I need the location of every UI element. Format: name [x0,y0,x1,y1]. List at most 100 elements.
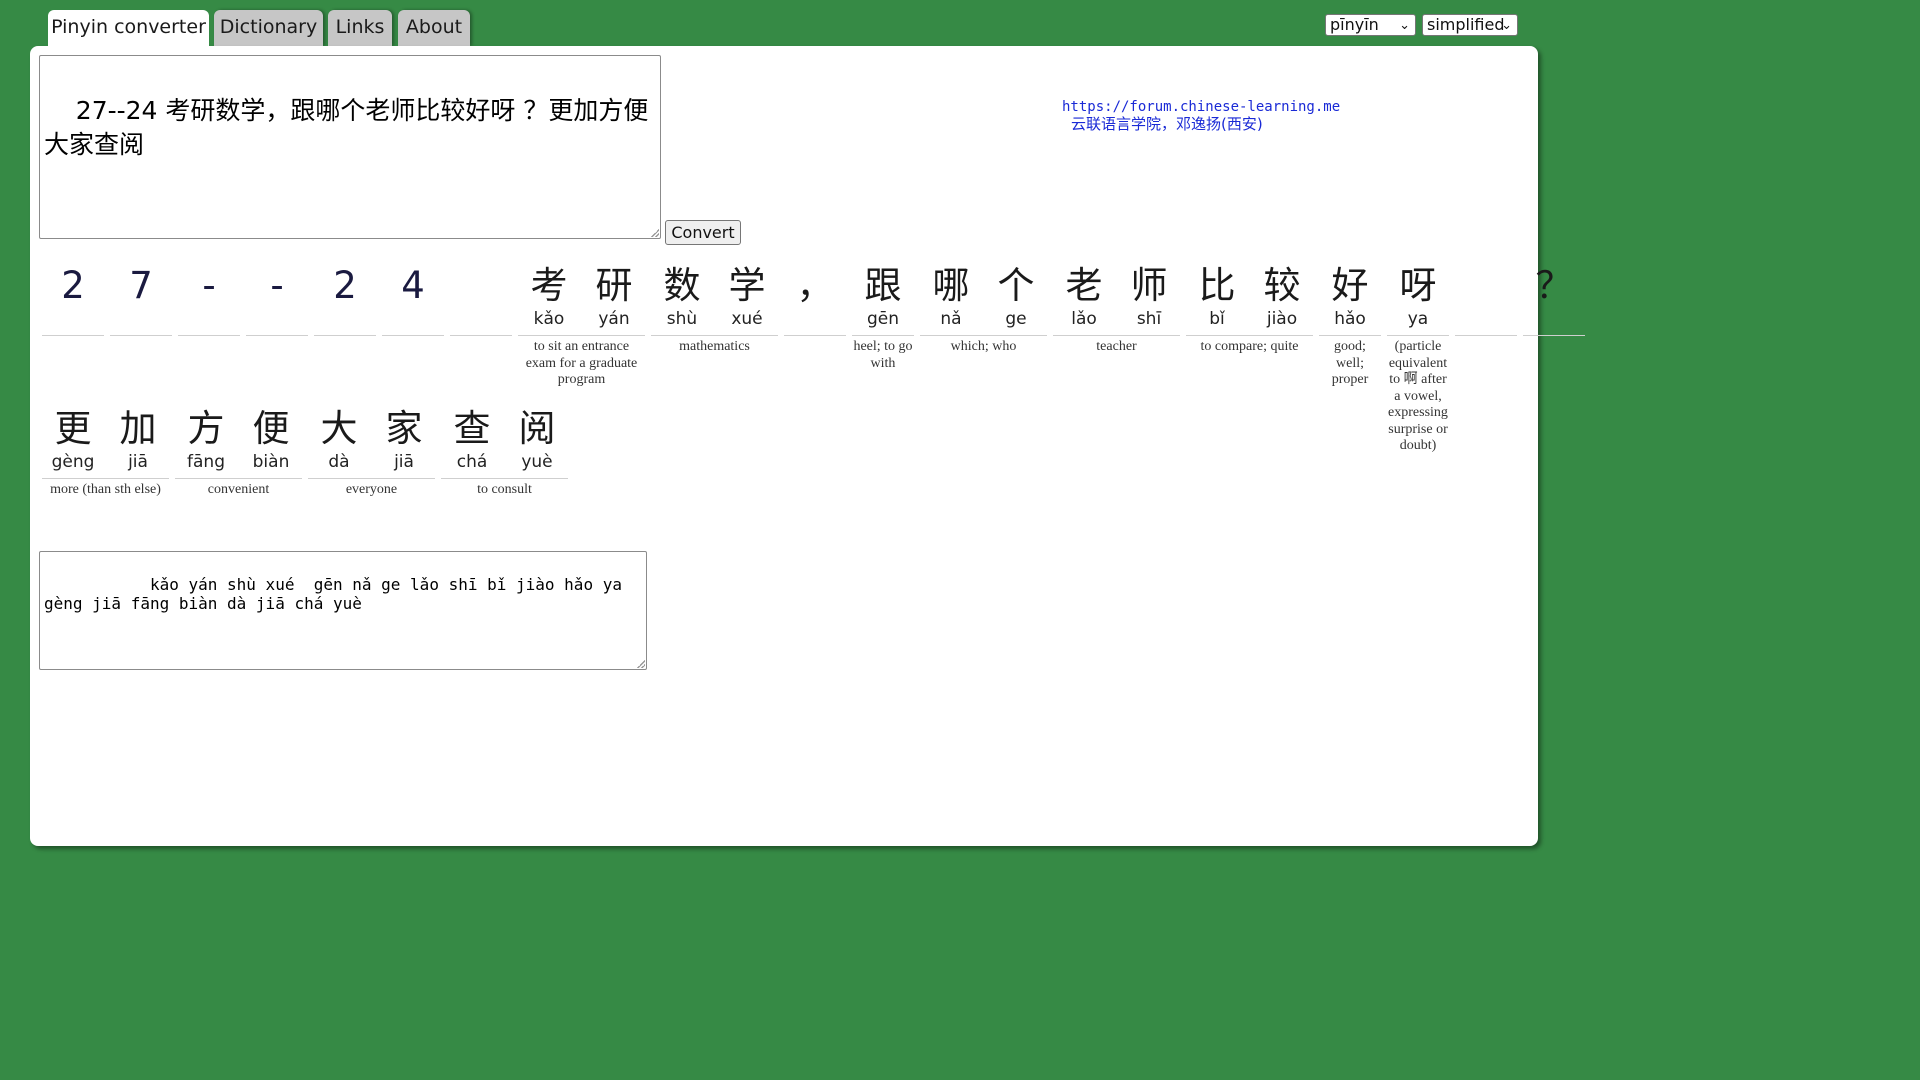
pinyin-syllable [178,308,240,330]
pinyin-syllable: jiā [128,452,148,472]
pinyin-syllable: shù [666,309,698,329]
pinyin-syllable: jiào [1266,309,1298,329]
pinyin-syllable: nǎ [940,309,962,329]
word-segment [1455,264,1517,339]
word-gloss: which; who [950,339,1017,354]
hanzi-char: 研 [595,264,633,307]
word-segment: 考 kǎo 研 yán to sit an entrance exam for a gr… [518,264,645,389]
chinese-input-textarea[interactable]: 27--24 考研数学，跟哪个老师比较好呀 ？更加方便大家查阅 [39,55,661,239]
hanzi-char: 呀 [1399,264,1437,307]
pinyin-syllable: fāng [187,452,225,472]
pinyin-syllable [784,308,846,330]
segment-underline [382,335,444,336]
word-segment: - [246,264,308,339]
word-segment: 大 dà 家 jiā everyone [308,407,435,499]
pinyin-syllable [314,308,376,330]
pinyin-syllable [382,308,444,330]
segment-underline [1523,335,1585,336]
hanzi-char: 学 [728,264,766,307]
hanzi-char: 更 [54,407,92,450]
segment-underline [441,478,568,479]
forum-link[interactable]: https://forum.chinese-learning.me [1062,99,1340,116]
pinyin-syllable: hǎo [1334,309,1366,329]
segment-underline [920,335,1047,336]
word-segment: 2 [42,264,104,339]
convert-button[interactable]: Convert [665,220,741,245]
script-select[interactable]: simplified ⌄ [1422,14,1518,36]
resize-handle[interactable] [637,660,645,668]
tab-dictionary[interactable]: Dictionary [214,10,323,46]
chevron-down-icon: ⌄ [1501,18,1512,33]
pinyin-syllable: gèng [51,452,95,472]
word-segment: - [178,264,240,339]
chevron-down-icon: ⌄ [1399,18,1410,33]
pinyin-syllable [246,308,308,330]
word-gloss: heel; to go with [853,339,913,371]
hanzi-char: 跟 [864,264,902,307]
word-gloss: to consult [477,482,532,497]
word-segment: 7 [110,264,172,339]
tab-links[interactable]: Links [328,10,392,46]
hanzi-char: 4 [401,264,425,307]
word-segment: 方 fāng 便 biàn convenient [175,407,302,499]
word-gloss: good; well; proper [1331,339,1369,387]
segment-underline [1455,335,1517,336]
pinyin-syllable [1455,308,1517,330]
segment-underline [314,335,376,336]
hanzi-char: 2 [61,264,85,307]
word-segment: 更 gèng 加 jiā more (than sth else) [42,407,169,499]
pinyin-syllable [1523,308,1585,330]
hanzi-char: 加 [119,407,157,450]
word-gloss: more (than sth else) [50,482,161,497]
hanzi-char: 比 [1198,264,1236,307]
segment-underline [1053,335,1180,336]
tab-pinyin-converter[interactable]: Pinyin converter [48,10,209,50]
hanzi-char: 老 [1065,264,1103,307]
hanzi-char: 好 [1331,264,1369,307]
hanzi-char: - [202,264,216,307]
pinyin-syllable: xué [731,309,763,329]
input-text: 27--24 考研数学，跟哪个老师比较好呀 ？更加方便大家查阅 [44,96,649,159]
hanzi-char: ， [796,264,834,307]
pinyin-syllable: chá [456,452,488,472]
word-gloss: everyone [345,482,398,497]
hanzi-char [1455,264,1517,308]
segment-underline [518,335,645,336]
segment-underline [246,335,308,336]
segment-underline [852,335,914,336]
segment-underline [42,478,169,479]
hanzi-char: 家 [385,407,423,450]
hanzi-char: 考 [530,264,568,307]
word-gloss: to sit an entrance exam for a graduate p… [525,339,638,387]
resize-handle[interactable] [651,229,659,237]
hanzi-char: 方 [187,407,225,450]
segment-underline [784,335,846,336]
word-gloss: teacher [1096,339,1137,354]
pinyin-mode-select[interactable]: pīnyīn ⌄ [1325,14,1416,36]
hanzi-char: ？ [1535,264,1573,307]
word-segment: 数 shù 学 xué mathematics [651,264,778,356]
hanzi-char: 大 [320,407,358,450]
pinyin-syllable [42,308,104,330]
word-segment: 2 [314,264,376,339]
word-segment: ， [784,264,846,339]
segment-underline [1387,335,1449,336]
hanzi-char: 个 [997,264,1035,307]
main-panel: 27--24 考研数学，跟哪个老师比较好呀 ？更加方便大家查阅 Convert … [30,46,1585,846]
hanzi-char: 哪 [932,264,970,307]
hanzi-char: 查 [453,407,491,450]
segment-underline [651,335,778,336]
word-segment: 好 hǎo good; well; proper [1319,264,1381,389]
pinyin-syllable: bǐ [1209,309,1225,329]
pinyin-syllable: yán [598,309,630,329]
pinyin-syllable: yuè [521,452,553,472]
segment-underline [110,335,172,336]
tab-about[interactable]: About [398,10,470,46]
pinyin-syllable: gēn [866,309,900,329]
pinyin-output-textarea[interactable]: kǎo yán shù xué gēn nǎ ge lǎo shī bǐ jià… [39,551,647,670]
word-gloss: mathematics [679,339,750,354]
segment-underline [1319,335,1381,336]
pinyin-mode-value: pīnyīn [1330,15,1379,34]
segment-underline [178,335,240,336]
word-segment: 4 [382,264,444,339]
